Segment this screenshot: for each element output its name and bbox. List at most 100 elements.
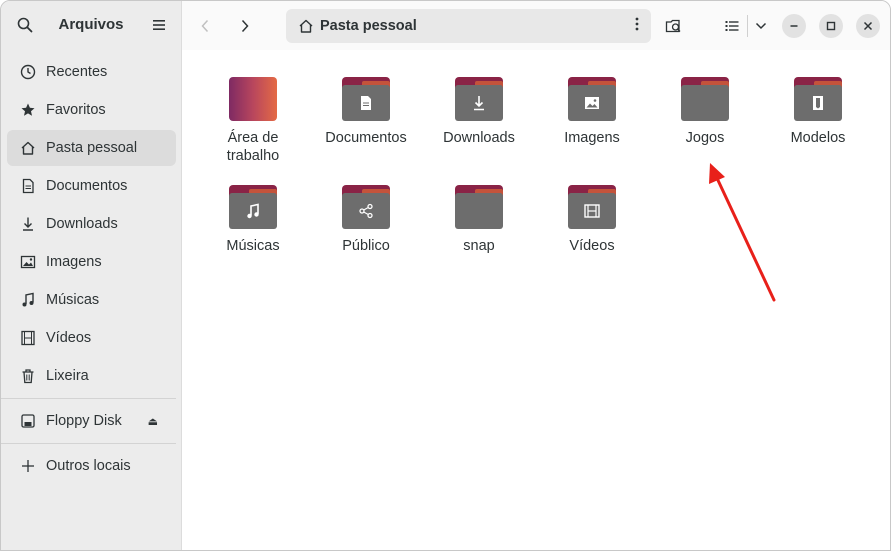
folder-videos[interactable]: Vídeos — [537, 185, 647, 255]
folder-icon — [455, 185, 503, 229]
folder-area-de-trabalho[interactable]: Área de trabalho — [198, 77, 308, 165]
sidebar-item-label: Lixeira — [46, 368, 89, 384]
maximize-button[interactable] — [819, 14, 843, 38]
sidebar-item-floppy-disk[interactable]: Floppy Disk ⏏ — [7, 403, 176, 439]
download-icon — [23, 217, 33, 231]
minimize-button[interactable] — [782, 14, 806, 38]
file-label: Área de trabalho — [226, 130, 280, 164]
folder-documentos[interactable]: Documentos — [311, 77, 421, 147]
film-icon — [584, 204, 600, 218]
location-menu-button[interactable] — [635, 17, 639, 34]
hamburger-icon — [153, 20, 165, 30]
music-icon — [22, 292, 34, 307]
sidebar-item-label: Vídeos — [46, 330, 92, 346]
desktop-folder-icon — [229, 77, 277, 121]
sidebar-item-musicas[interactable]: Músicas — [7, 282, 176, 318]
sidebar-item-label: Favoritos — [46, 102, 106, 118]
sidebar-item-recentes[interactable]: Recentes — [7, 54, 176, 90]
sidebar-item-label: Outros locais — [46, 458, 131, 474]
sidebar-item-label: Imagens — [46, 254, 102, 270]
file-label: Modelos — [790, 130, 846, 146]
file-grid: Área de trabalho Documentos Downloads Im… — [182, 50, 890, 550]
image-icon — [585, 97, 599, 109]
folder-publico[interactable]: Público — [311, 185, 421, 255]
folder-snap[interactable]: snap — [424, 185, 534, 255]
sidebar-item-label: Pasta pessoal — [46, 140, 138, 156]
folder-icon — [681, 77, 729, 121]
folder-icon — [568, 77, 616, 121]
sidebar-separator — [1, 398, 176, 399]
back-button[interactable] — [192, 13, 218, 39]
file-label: Downloads — [443, 130, 515, 146]
folder-downloads[interactable]: Downloads — [424, 77, 534, 147]
sidebar-item-favoritos[interactable]: Favoritos — [7, 92, 176, 128]
close-icon — [863, 21, 873, 31]
search-files-button[interactable] — [661, 13, 687, 39]
maximize-icon — [826, 21, 836, 31]
location-bar[interactable]: Pasta pessoal — [286, 9, 651, 43]
sidebar-item-imagens[interactable]: Imagens — [7, 244, 176, 280]
chevron-down-icon — [755, 22, 767, 30]
file-manager-window: Arquivos Recentes Favoritos Pasta pessoa… — [0, 0, 891, 551]
header-bar: Pasta pessoal — [182, 1, 890, 50]
sidebar-item-videos[interactable]: Vídeos — [7, 320, 176, 356]
share-icon — [359, 203, 373, 219]
vertical-dots-icon — [635, 17, 639, 31]
folder-icon — [342, 77, 390, 121]
download-icon — [474, 96, 484, 111]
sidebar-item-outros-locais[interactable]: Outros locais — [7, 448, 176, 484]
folder-icon — [794, 77, 842, 121]
sidebar-item-label: Recentes — [46, 64, 108, 80]
document-icon — [22, 178, 34, 194]
film-icon — [21, 330, 35, 346]
home-icon — [299, 19, 313, 33]
file-label: snap — [463, 238, 495, 254]
file-label: Público — [342, 238, 390, 254]
folder-musicas[interactable]: Músicas — [198, 185, 308, 255]
music-icon — [247, 203, 259, 219]
main-menu-button[interactable] — [147, 13, 171, 37]
file-label: Vídeos — [569, 238, 615, 254]
star-icon — [21, 103, 35, 116]
sidebar-item-label: Floppy Disk — [46, 413, 122, 429]
folder-icon — [342, 185, 390, 229]
sidebar-item-lixeira[interactable]: Lixeira — [7, 358, 176, 394]
sidebar-item-pasta-pessoal[interactable]: Pasta pessoal — [7, 130, 176, 166]
sidebar-item-label: Documentos — [46, 178, 128, 194]
view-options-button[interactable] — [748, 13, 774, 39]
sidebar: Arquivos Recentes Favoritos Pasta pessoa… — [1, 1, 182, 550]
sidebar-header: Arquivos — [1, 1, 181, 50]
chevron-left-icon — [201, 19, 209, 33]
document-icon — [361, 96, 371, 110]
eject-icon[interactable]: ⏏ — [148, 415, 158, 428]
sidebar-item-downloads[interactable]: Downloads — [7, 206, 176, 242]
list-view-icon — [725, 21, 739, 31]
floppy-icon — [21, 414, 35, 428]
chevron-right-icon — [241, 19, 249, 33]
file-label: Documentos — [325, 130, 407, 146]
sidebar-item-label: Downloads — [46, 216, 118, 232]
forward-button[interactable] — [232, 13, 258, 39]
file-label: Músicas — [226, 238, 280, 254]
minimize-icon — [790, 25, 798, 27]
home-icon — [21, 141, 35, 155]
sidebar-places: Recentes Favoritos Pasta pessoal Documen… — [1, 54, 176, 486]
folder-modelos[interactable]: Modelos — [763, 77, 873, 147]
sidebar-separator — [1, 443, 176, 444]
folder-icon — [568, 185, 616, 229]
folder-icon — [229, 185, 277, 229]
folder-icon — [455, 77, 503, 121]
trash-icon — [22, 369, 34, 384]
sidebar-item-label: Músicas — [46, 292, 100, 308]
image-icon — [20, 255, 36, 269]
close-button[interactable] — [856, 14, 880, 38]
view-list-button[interactable] — [719, 13, 745, 39]
folder-jogos[interactable]: Jogos — [650, 77, 760, 147]
folder-imagens[interactable]: Imagens — [537, 77, 647, 147]
template-icon — [813, 96, 823, 110]
plus-icon — [22, 460, 34, 472]
current-location-label: Pasta pessoal — [320, 18, 417, 34]
clock-icon — [20, 64, 36, 80]
file-label: Jogos — [685, 130, 725, 146]
sidebar-item-documentos[interactable]: Documentos — [7, 168, 176, 204]
